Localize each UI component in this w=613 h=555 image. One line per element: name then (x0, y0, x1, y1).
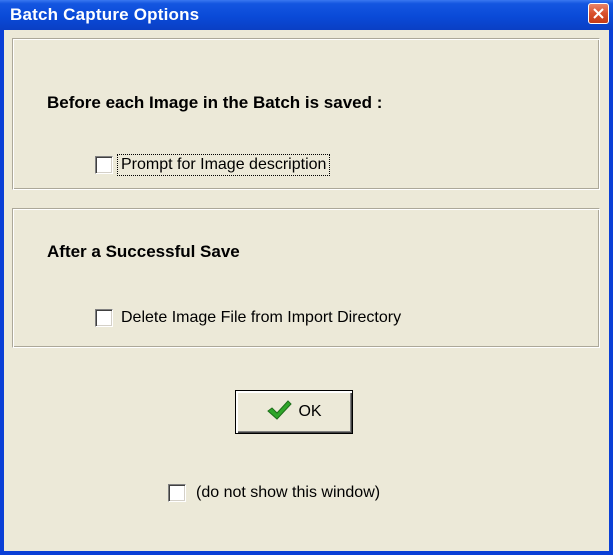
ok-button[interactable]: OK (235, 390, 353, 434)
prompt-description-label[interactable]: Prompt for Image description (116, 154, 331, 176)
do-not-show-option[interactable]: (do not show this window) (168, 484, 380, 502)
delete-file-option[interactable]: Delete Image File from Import Directory (95, 309, 401, 327)
before-save-heading: Before each Image in the Batch is saved … (47, 93, 383, 112)
ok-button-label: OK (298, 403, 322, 420)
prompt-description-option[interactable]: Prompt for Image description (95, 154, 331, 176)
after-save-heading: After a Successful Save (47, 242, 240, 261)
close-button[interactable] (588, 3, 609, 24)
delete-file-label[interactable]: Delete Image File from Import Directory (121, 309, 401, 327)
dialog-body: Before each Image in the Batch is saved … (4, 30, 609, 551)
title-bar[interactable]: Batch Capture Options (0, 0, 613, 30)
checkmark-icon (266, 399, 293, 426)
batch-capture-options-window: Batch Capture Options Before each Image … (0, 0, 613, 555)
window-title: Batch Capture Options (10, 5, 200, 24)
do-not-show-checkbox[interactable] (168, 484, 186, 502)
prompt-description-checkbox[interactable] (95, 156, 113, 174)
before-save-group: Before each Image in the Batch is saved … (12, 38, 600, 190)
close-icon (593, 8, 604, 19)
after-save-group: After a Successful Save Delete Image Fil… (12, 208, 600, 348)
delete-file-checkbox[interactable] (95, 309, 113, 327)
do-not-show-label[interactable]: (do not show this window) (196, 484, 380, 502)
